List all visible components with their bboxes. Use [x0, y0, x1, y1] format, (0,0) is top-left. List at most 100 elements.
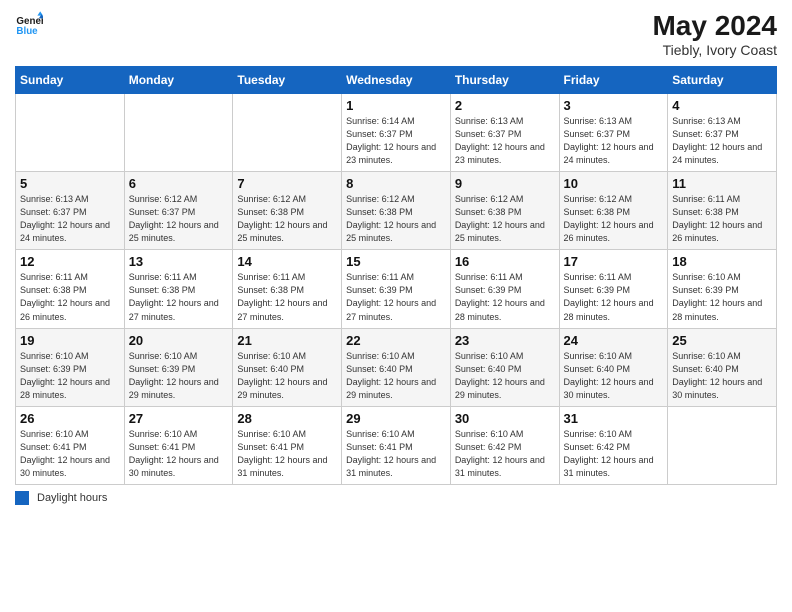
day-cell: 2 Sunrise: 6:13 AMSunset: 6:37 PMDaylight… [450, 94, 559, 172]
day-number: 23 [455, 333, 555, 348]
day-number: 11 [672, 176, 772, 191]
day-info: Sunrise: 6:10 AMSunset: 6:41 PMDaylight:… [20, 428, 120, 480]
day-cell: 12Sunrise: 6:11 AMSunset: 6:38 PMDayligh… [16, 250, 125, 328]
day-info: Sunrise: 6:12 AMSunset: 6:38 PMDaylight:… [564, 193, 664, 245]
day-number: 3 [564, 98, 664, 113]
day-number: 17 [564, 254, 664, 269]
day-cell: 28Sunrise: 6:10 AMSunset: 6:41 PMDayligh… [233, 406, 342, 484]
day-info: Sunrise: 6:10 AMSunset: 6:39 PMDaylight:… [129, 350, 229, 402]
day-number: 24 [564, 333, 664, 348]
week-row-4: 19 Sunrise: 6:10 AMSunset: 6:39 PMDayligh… [16, 328, 777, 406]
day-number: 26 [20, 411, 120, 426]
day-info: Sunrise: 6:10 AMSunset: 6:39 PMDaylight:… [20, 350, 120, 402]
day-cell: 23 Sunrise: 6:10 AMSunset: 6:40 PMDayligh… [450, 328, 559, 406]
day-number: 14 [237, 254, 337, 269]
calendar-header-row: SundayMondayTuesdayWednesdayThursdayFrid… [16, 67, 777, 94]
logo: General Blue [15, 10, 43, 38]
week-row-5: 26 Sunrise: 6:10 AMSunset: 6:41 PMDayligh… [16, 406, 777, 484]
day-info: Sunrise: 6:11 AMSunset: 6:38 PMDaylight:… [237, 271, 337, 323]
day-number: 29 [346, 411, 446, 426]
day-number: 15 [346, 254, 446, 269]
day-number: 12 [20, 254, 120, 269]
day-number: 10 [564, 176, 664, 191]
day-cell: 18 Sunrise: 6:10 AMSunset: 6:39 PMDayligh… [668, 250, 777, 328]
day-cell: 10 Sunrise: 6:12 AMSunset: 6:38 PMDayligh… [559, 172, 668, 250]
day-number: 21 [237, 333, 337, 348]
day-info: Sunrise: 6:10 AMSunset: 6:40 PMDaylight:… [455, 350, 555, 402]
day-cell: 21 Sunrise: 6:10 AMSunset: 6:40 PMDayligh… [233, 328, 342, 406]
week-row-2: 5 Sunrise: 6:13 AMSunset: 6:37 PMDaylight… [16, 172, 777, 250]
day-cell [16, 94, 125, 172]
day-info: Sunrise: 6:10 AMSunset: 6:40 PMDaylight:… [237, 350, 337, 402]
day-number: 9 [455, 176, 555, 191]
day-info: Sunrise: 6:10 AMSunset: 6:40 PMDaylight:… [346, 350, 446, 402]
day-number: 19 [20, 333, 120, 348]
day-cell: 14 Sunrise: 6:11 AMSunset: 6:38 PMDayligh… [233, 250, 342, 328]
calendar-table: SundayMondayTuesdayWednesdayThursdayFrid… [15, 66, 777, 485]
day-cell: 1Sunrise: 6:14 AMSunset: 6:37 PMDaylight… [342, 94, 451, 172]
day-cell [233, 94, 342, 172]
day-number: 8 [346, 176, 446, 191]
day-number: 25 [672, 333, 772, 348]
day-info: Sunrise: 6:10 AMSunset: 6:41 PMDaylight:… [129, 428, 229, 480]
day-cell: 25Sunrise: 6:10 AMSunset: 6:40 PMDayligh… [668, 328, 777, 406]
header: General Blue May 2024 Tiebly, Ivory Coas… [15, 10, 777, 58]
day-cell: 13 Sunrise: 6:11 AMSunset: 6:38 PMDayligh… [124, 250, 233, 328]
day-number: 16 [455, 254, 555, 269]
day-cell: 22 Sunrise: 6:10 AMSunset: 6:40 PMDayligh… [342, 328, 451, 406]
week-row-1: 1Sunrise: 6:14 AMSunset: 6:37 PMDaylight… [16, 94, 777, 172]
day-cell: 11 Sunrise: 6:11 AMSunset: 6:38 PMDayligh… [668, 172, 777, 250]
day-cell: 29 Sunrise: 6:10 AMSunset: 6:41 PMDayligh… [342, 406, 451, 484]
day-number: 1 [346, 98, 446, 113]
day-cell: 7Sunrise: 6:12 AMSunset: 6:38 PMDaylight… [233, 172, 342, 250]
svg-text:Blue: Blue [16, 26, 38, 37]
day-number: 18 [672, 254, 772, 269]
day-info: Sunrise: 6:13 AMSunset: 6:37 PMDaylight:… [564, 115, 664, 167]
day-info: Sunrise: 6:10 AMSunset: 6:40 PMDaylight:… [564, 350, 664, 402]
day-header-thursday: Thursday [450, 67, 559, 94]
day-info: Sunrise: 6:10 AMSunset: 6:39 PMDaylight:… [672, 271, 772, 323]
day-info: Sunrise: 6:10 AMSunset: 6:41 PMDaylight:… [346, 428, 446, 480]
day-info: Sunrise: 6:11 AMSunset: 6:39 PMDaylight:… [346, 271, 446, 323]
day-info: Sunrise: 6:13 AMSunset: 6:37 PMDaylight:… [20, 193, 120, 245]
day-info: Sunrise: 6:10 AMSunset: 6:42 PMDaylight:… [455, 428, 555, 480]
day-cell: 24 Sunrise: 6:10 AMSunset: 6:40 PMDayligh… [559, 328, 668, 406]
day-info: Sunrise: 6:11 AMSunset: 6:39 PMDaylight:… [455, 271, 555, 323]
day-number: 31 [564, 411, 664, 426]
day-info: Sunrise: 6:13 AMSunset: 6:37 PMDaylight:… [672, 115, 772, 167]
day-header-monday: Monday [124, 67, 233, 94]
day-number: 22 [346, 333, 446, 348]
day-cell: 19 Sunrise: 6:10 AMSunset: 6:39 PMDayligh… [16, 328, 125, 406]
day-header-wednesday: Wednesday [342, 67, 451, 94]
day-info: Sunrise: 6:11 AMSunset: 6:39 PMDaylight:… [564, 271, 664, 323]
day-cell: 17 Sunrise: 6:11 AMSunset: 6:39 PMDayligh… [559, 250, 668, 328]
month-year: May 2024 [652, 10, 777, 42]
day-number: 13 [129, 254, 229, 269]
day-cell [668, 406, 777, 484]
day-cell: 26 Sunrise: 6:10 AMSunset: 6:41 PMDayligh… [16, 406, 125, 484]
day-info: Sunrise: 6:11 AMSunset: 6:38 PMDaylight:… [672, 193, 772, 245]
day-info: Sunrise: 6:13 AMSunset: 6:37 PMDaylight:… [455, 115, 555, 167]
footer: Daylight hours [15, 491, 777, 505]
day-cell: 31 Sunrise: 6:10 AMSunset: 6:42 PMDayligh… [559, 406, 668, 484]
day-info: Sunrise: 6:10 AMSunset: 6:41 PMDaylight:… [237, 428, 337, 480]
day-cell: 8 Sunrise: 6:12 AMSunset: 6:38 PMDaylight… [342, 172, 451, 250]
day-header-saturday: Saturday [668, 67, 777, 94]
day-cell [124, 94, 233, 172]
day-number: 27 [129, 411, 229, 426]
day-info: Sunrise: 6:10 AMSunset: 6:42 PMDaylight:… [564, 428, 664, 480]
day-info: Sunrise: 6:11 AMSunset: 6:38 PMDaylight:… [129, 271, 229, 323]
day-number: 20 [129, 333, 229, 348]
day-cell: 4 Sunrise: 6:13 AMSunset: 6:37 PMDaylight… [668, 94, 777, 172]
day-cell: 9Sunrise: 6:12 AMSunset: 6:38 PMDaylight… [450, 172, 559, 250]
day-cell: 16 Sunrise: 6:11 AMSunset: 6:39 PMDayligh… [450, 250, 559, 328]
daylight-label: Daylight hours [37, 492, 107, 504]
day-info: Sunrise: 6:12 AMSunset: 6:38 PMDaylight:… [346, 193, 446, 245]
day-header-sunday: Sunday [16, 67, 125, 94]
week-row-3: 12 Sunrise: 6:11 AMSunset: 6:38 PMDayligh… [16, 250, 777, 328]
logo-icon: General Blue [15, 10, 43, 38]
day-number: 5 [20, 176, 120, 191]
day-number: 2 [455, 98, 555, 113]
day-cell: 20 Sunrise: 6:10 AMSunset: 6:39 PMDayligh… [124, 328, 233, 406]
day-number: 4 [672, 98, 772, 113]
